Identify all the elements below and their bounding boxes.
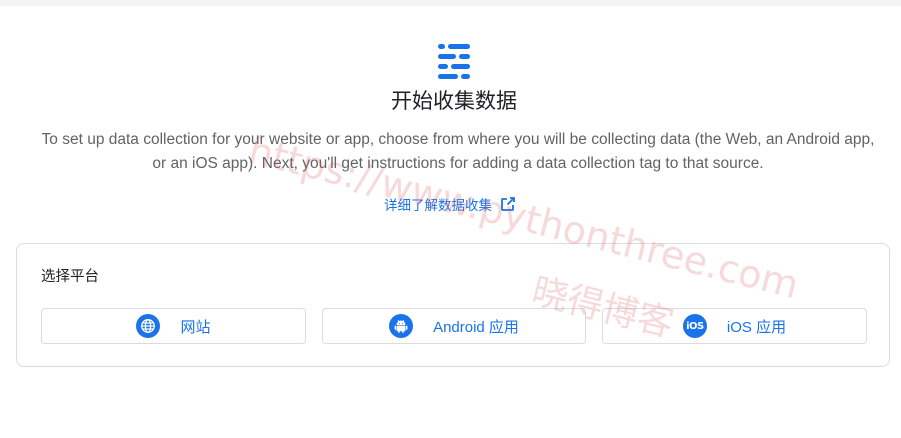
ios-icon-text: iOS: [686, 320, 704, 332]
open-in-new-icon: [501, 197, 515, 211]
learn-more-link[interactable]: 详细了解数据收集: [384, 193, 516, 215]
learn-more-label: 详细了解数据收集: [384, 198, 492, 213]
platform-card: 选择平台 网站 Android 应用 iOS iOS 应用: [16, 243, 890, 367]
ios-icon: iOS: [682, 314, 707, 338]
web-platform-label: 网站: [180, 318, 211, 336]
android-icon: [389, 314, 414, 338]
ios-platform-button[interactable]: iOS iOS 应用: [602, 308, 867, 344]
data-stream-icon: [438, 44, 470, 79]
page-description: To set up data collection for your websi…: [41, 131, 875, 172]
globe-icon: [136, 314, 161, 338]
android-platform-button[interactable]: Android 应用: [322, 308, 586, 344]
web-platform-button[interactable]: 网站: [41, 308, 306, 344]
page-title: 开始收集数据: [391, 90, 517, 113]
platform-card-label: 选择平台: [41, 269, 99, 285]
android-platform-label: Android 应用: [433, 318, 519, 336]
ios-platform-label: iOS 应用: [726, 318, 787, 336]
top-strip: [0, 0, 901, 6]
